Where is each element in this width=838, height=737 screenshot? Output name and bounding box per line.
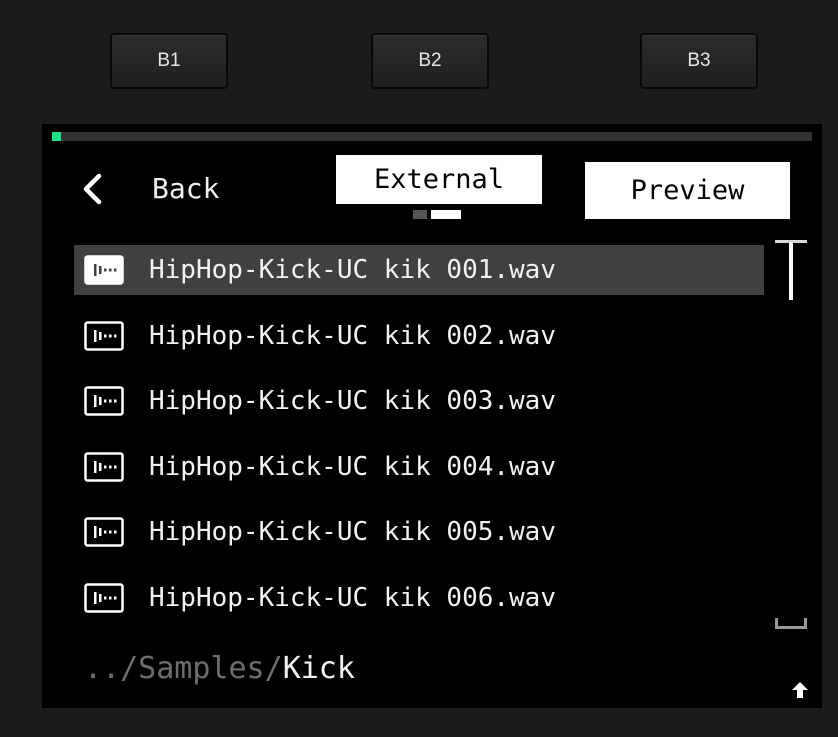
- preview-button[interactable]: Preview: [585, 162, 790, 219]
- breadcrumb: ../Samples/Kick: [84, 651, 355, 687]
- file-row[interactable]: HipHop-Kick-UC kik 001.wav: [74, 245, 764, 295]
- file-row[interactable]: HipHop-Kick-UC kik 004.wav: [74, 442, 764, 492]
- audio-file-icon: [84, 517, 124, 547]
- file-row[interactable]: HipHop-Kick-UC kik 005.wav: [74, 507, 764, 557]
- chevron-left-icon[interactable]: [80, 172, 106, 206]
- file-name: HipHop-Kick-UC kik 006.wav: [149, 582, 556, 613]
- back-button[interactable]: Back: [152, 172, 219, 206]
- hardware-button-b2[interactable]: B2: [371, 33, 489, 89]
- hardware-button-b3[interactable]: B3: [640, 33, 758, 89]
- page-dot-2: [431, 210, 461, 219]
- audio-file-icon: [84, 451, 124, 482]
- progress-fill: [52, 132, 62, 141]
- file-name: HipHop-Kick-UC kik 003.wav: [149, 386, 556, 416]
- page-dot-1: [413, 210, 427, 219]
- file-name: HipHop-Kick-UC kik 001.wav: [149, 255, 556, 285]
- audio-file-icon: [84, 582, 124, 613]
- device-screen: Back External Preview HipHop-Kick-UC kik…: [42, 124, 822, 708]
- audio-file-icon: [84, 320, 124, 351]
- progress-bar: [52, 132, 812, 141]
- scrollbar[interactable]: [775, 240, 807, 632]
- file-row[interactable]: HipHop-Kick-UC kik 002.wav: [74, 311, 764, 361]
- audio-file-icon: [84, 386, 124, 416]
- breadcrumb-current: Kick: [282, 651, 355, 686]
- tab-external[interactable]: External: [336, 155, 542, 204]
- page-indicator: [413, 210, 461, 219]
- file-list: HipHop-Kick-UC kik 001.wav HipHop-Kick-UC…: [74, 245, 764, 638]
- hardware-button-b1[interactable]: B1: [110, 33, 228, 89]
- up-arrow-icon[interactable]: [791, 681, 809, 699]
- audio-file-icon: [84, 255, 124, 285]
- file-name: HipHop-Kick-UC kik 004.wav: [149, 451, 556, 482]
- breadcrumb-parent: ../Samples/: [84, 651, 283, 686]
- file-row[interactable]: HipHop-Kick-UC kik 003.wav: [74, 376, 764, 426]
- file-row[interactable]: HipHop-Kick-UC kik 006.wav: [74, 573, 764, 623]
- file-name: HipHop-Kick-UC kik 002.wav: [149, 320, 556, 351]
- file-name: HipHop-Kick-UC kik 005.wav: [149, 517, 556, 547]
